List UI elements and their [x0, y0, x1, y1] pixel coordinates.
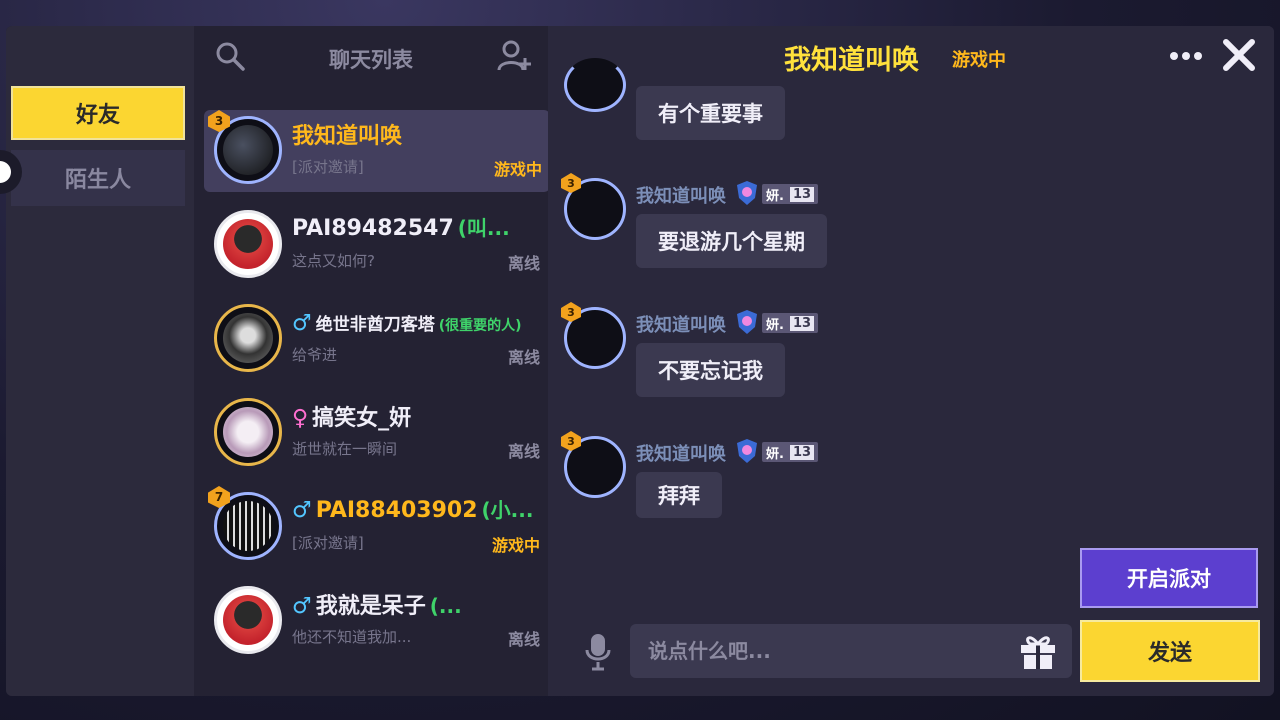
avatar [214, 304, 282, 372]
shield-icon [737, 181, 757, 205]
send-button[interactable]: 发送 [1080, 620, 1260, 682]
friend-name: ♂ PAI88403902 (小... [292, 498, 534, 523]
message-sender: 我知道叫唤 [636, 186, 726, 207]
message-bubble: 有个重要事 [636, 86, 785, 140]
clan-tag: 妍. 13 [762, 313, 819, 333]
sender-avatar[interactable]: 3 [561, 431, 626, 498]
friend-remark: (... [429, 594, 462, 618]
friend-status: 离线 [507, 254, 540, 273]
message-bubble: 不要忘记我 [636, 343, 785, 397]
level-badge: 3 [561, 173, 581, 193]
friend-name: ♂ 绝世非酋刀客塔 (很重要的人) [292, 311, 522, 336]
sender-avatar[interactable] [564, 58, 626, 112]
friend-remark: (小... [481, 498, 534, 522]
avatar [214, 210, 282, 278]
tab-strangers[interactable]: 陌生人 [11, 150, 185, 206]
friend-item[interactable]: 3 我知道叫唤 [派对邀请] 游戏中 [204, 110, 548, 192]
friend-status: 离线 [507, 630, 540, 649]
friend-remark: (叫... [457, 216, 510, 240]
male-icon: ♂ [292, 594, 312, 619]
avatar [214, 398, 282, 466]
category-sidebar: 好友 陌生人 [6, 26, 194, 696]
friend-list: 3 我知道叫唤 [派对邀请] 游戏中 PAI89482547 (叫... 这点又如… [194, 86, 548, 696]
microphone-icon[interactable] [584, 632, 612, 672]
avatar [214, 586, 282, 654]
friend-remark: (很重要的人) [438, 318, 522, 334]
add-friend-icon[interactable] [496, 38, 532, 74]
friend-last-message: [派对邀请] [292, 534, 364, 552]
friend-name: PAI89482547 (叫... [292, 216, 510, 241]
friend-status: 游戏中 [491, 536, 540, 555]
friend-last-message: 这点又如何? [292, 252, 375, 270]
friend-item[interactable]: ♂ 绝世非酋刀客塔 (很重要的人) 给爷进 离线 [204, 298, 548, 380]
level-badge: 3 [561, 302, 581, 322]
friend-name: ♂ 我就是呆子 (... [292, 594, 462, 619]
chat-list-header: 聊天列表 [194, 26, 548, 86]
message-input[interactable] [630, 624, 1072, 678]
level-badge: 3 [561, 431, 581, 451]
friend-last-message: 逝世就在一瞬间 [292, 440, 398, 458]
chat-title: 我知道叫唤 [784, 45, 919, 76]
friend-status: 离线 [507, 348, 540, 367]
friend-item[interactable]: 7 ♂ PAI88403902 (小... [派对邀请] 游戏中 [204, 486, 548, 568]
clan-tag: 妍. 13 [762, 184, 819, 204]
message-sender: 我知道叫唤 [636, 315, 726, 336]
chat-list-title: 聊天列表 [329, 48, 413, 72]
message-bubble: 拜拜 [636, 472, 722, 518]
friend-last-message: 给爷进 [292, 346, 338, 364]
friend-status: 游戏中 [493, 160, 542, 179]
friend-last-message: 他还不知道我加... [292, 628, 412, 646]
chat-panel: 好友 陌生人 聊天列表 3 我知道叫唤 [派对邀请] 游戏中 PAI894825… [6, 26, 1274, 696]
chat-area: 我知道叫唤 游戏中 有个重要事 3 我知道叫唤 妍. 13 要退游几个星期 3 我… [548, 26, 1274, 696]
message-sender: 我知道叫唤 [636, 444, 726, 465]
friend-name: 我知道叫唤 [292, 124, 403, 149]
more-options-icon[interactable] [1168, 44, 1204, 68]
chat-title-status: 游戏中 [952, 50, 1006, 71]
clan-tag: 妍. 13 [762, 442, 819, 462]
male-icon: ♂ [292, 498, 312, 523]
open-party-button[interactable]: 开启派对 [1080, 548, 1258, 608]
sender-avatar[interactable]: 3 [561, 302, 626, 369]
friend-name: ♀ 搞笑女_妍 [292, 406, 412, 431]
shield-icon [737, 310, 757, 334]
female-icon: ♀ [292, 406, 309, 431]
tab-friends[interactable]: 好友 [11, 86, 185, 140]
friend-status: 离线 [507, 442, 540, 461]
shield-icon [737, 439, 757, 463]
sender-avatar[interactable]: 3 [561, 173, 626, 240]
chat-header: 我知道叫唤 游戏中 [548, 26, 1274, 86]
friend-last-message: [派对邀请] [292, 158, 364, 176]
friend-item[interactable]: PAI89482547 (叫... 这点又如何? 离线 [204, 204, 548, 286]
friend-item[interactable]: ♂ 我就是呆子 (... 他还不知道我加... 离线 [204, 580, 548, 662]
chat-list-column: 聊天列表 3 我知道叫唤 [派对邀请] 游戏中 PAI89482547 (叫... [194, 26, 548, 696]
close-icon[interactable] [1220, 36, 1258, 74]
male-icon: ♂ [292, 311, 312, 336]
message-bubble: 要退游几个星期 [636, 214, 827, 268]
friend-item[interactable]: ♀ 搞笑女_妍 逝世就在一瞬间 离线 [204, 392, 548, 474]
gift-icon[interactable] [1016, 629, 1060, 673]
